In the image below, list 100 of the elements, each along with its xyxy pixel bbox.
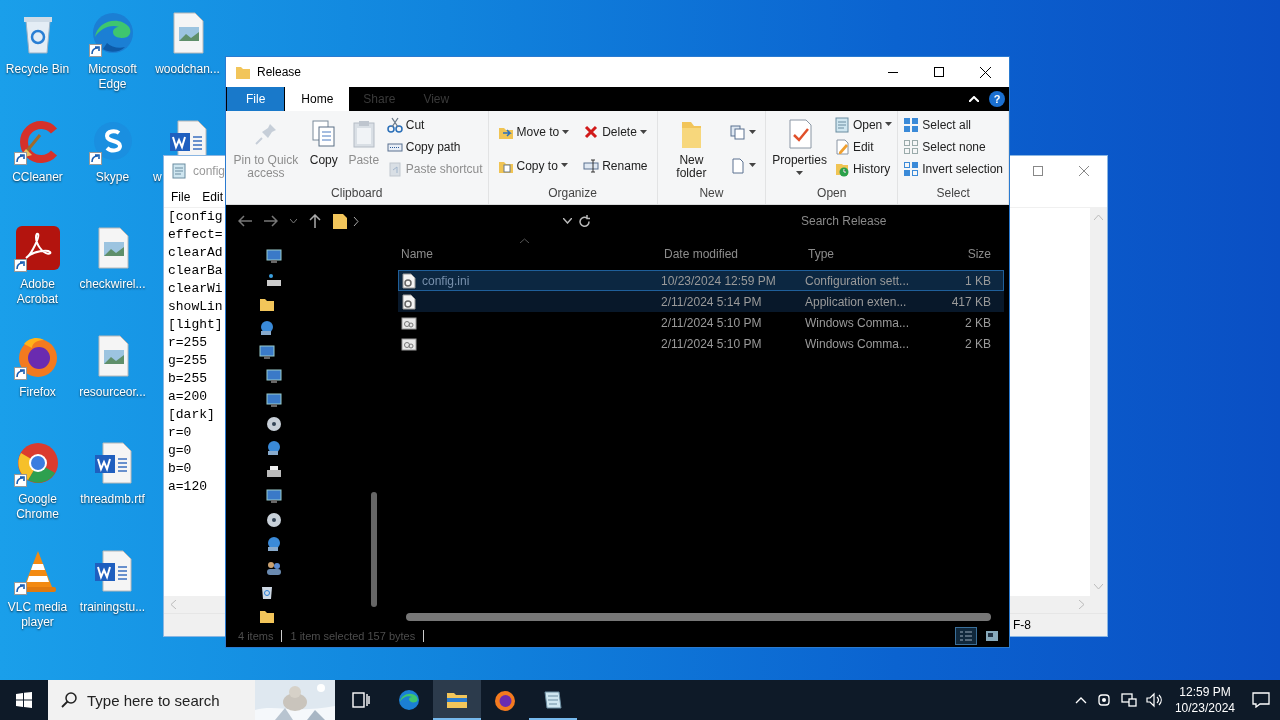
ribbon-button[interactable]: Select none	[901, 136, 1005, 157]
date-cell-text: 10/23/2024 12:59 PM	[661, 273, 777, 288]
monitor-icon	[266, 392, 282, 408]
ribbon-button[interactable]: Delete	[581, 121, 650, 143]
icon-label: CCleaner	[11, 169, 64, 185]
ribbon-button[interactable]: Rename	[581, 155, 650, 177]
caret-icon	[560, 163, 568, 169]
taskbar-button[interactable]	[433, 680, 481, 720]
refresh-icon	[578, 214, 591, 228]
ribbon-button[interactable]: Move to	[495, 121, 572, 143]
caret-icon	[885, 122, 893, 127]
icon-label: resourceor...	[78, 384, 147, 400]
icon-label: Microsoft Edge	[87, 62, 138, 92]
documents-icon	[730, 124, 747, 141]
date-cell-text: 2/11/2024 5:14 PM	[661, 294, 763, 309]
icon-label: VLC media player	[6, 599, 69, 630]
scrollbar-thumb[interactable]	[371, 492, 377, 607]
window-title: Release	[257, 65, 302, 79]
maximize-icon	[1033, 166, 1043, 176]
windows-logo-icon	[16, 692, 32, 708]
file-row[interactable]: config.ini 10/23/2024 12:59 PM Configuration sett... 1 KB	[398, 270, 1004, 291]
ribbon-tab[interactable]: File	[227, 87, 285, 111]
pencil-icon	[833, 138, 850, 155]
window-title: config	[193, 164, 226, 178]
back-icon	[238, 215, 252, 227]
ribbon-button[interactable]: Open	[831, 114, 895, 135]
status-text: F-8	[1013, 618, 1031, 632]
close-icon	[1079, 166, 1089, 176]
help-button[interactable]: ?	[989, 91, 1005, 107]
close-icon	[980, 66, 991, 78]
script-file-icon	[401, 314, 417, 331]
grid-icon	[903, 160, 920, 177]
rename-icon	[583, 157, 600, 174]
x-icon	[583, 124, 600, 141]
file-name: config.ini	[422, 273, 470, 288]
clock-date[interactable]: 10/23/2024	[1174, 700, 1235, 716]
tiles-view-icon	[985, 630, 999, 642]
app-logo-icon	[397, 688, 421, 712]
ribbon-button[interactable]: New folder	[660, 114, 723, 180]
network-icon	[1120, 692, 1137, 708]
group-label: New	[698, 185, 725, 202]
ribbon-button[interactable]: Copy	[304, 114, 343, 167]
icon-label: Adobe Acrobat	[15, 277, 60, 307]
search-field[interactable]: Type here to search	[85, 688, 247, 712]
ribbon-tab[interactable]: Home	[285, 87, 350, 111]
globe-icon	[266, 440, 282, 456]
scrollbar-thumb[interactable]	[406, 613, 991, 621]
ribbon-button[interactable]: Edit	[831, 136, 895, 157]
details-view-icon	[959, 630, 973, 642]
group-label: Clipboard	[330, 185, 384, 202]
recycle-bin-icon	[259, 584, 275, 600]
caret-icon	[290, 218, 297, 224]
column-header[interactable]: Size	[925, 246, 991, 261]
drive-icon	[266, 272, 282, 288]
monitor-icon	[266, 488, 282, 504]
icon-label: Firefox	[18, 384, 57, 400]
menu-item[interactable]: File	[171, 189, 191, 204]
column-header[interactable]: Date modified	[661, 246, 805, 261]
size-cell-text: 1 KB	[964, 273, 991, 288]
app-logo-icon	[13, 224, 62, 272]
task-view-icon	[352, 692, 370, 708]
ribbon-button[interactable]: Invert selection	[901, 158, 1005, 179]
ribbon-button[interactable]: History	[831, 158, 895, 179]
column-header[interactable]: Name	[398, 246, 661, 261]
grid-icon	[903, 138, 920, 155]
ribbon-button[interactable]: Properties	[769, 114, 830, 180]
search-icon	[61, 692, 77, 708]
chevron-icon	[353, 216, 359, 226]
menu-item[interactable]: Edit	[202, 189, 224, 204]
file-row[interactable]: 2/11/2024 5:10 PM Windows Comma... 2 KB	[398, 312, 1004, 333]
type-cell-text: Windows Comma...	[805, 336, 911, 351]
caret-icon	[749, 129, 757, 135]
ribbon-button[interactable]: Select all	[901, 114, 1005, 135]
type-cell-text: Configuration sett...	[805, 273, 911, 288]
ribbon-button[interactable]: Cut	[384, 114, 485, 135]
sort-caret-icon	[520, 238, 529, 243]
document-icon	[730, 157, 747, 174]
status-text: 1 item selected 157 bytes	[290, 630, 425, 642]
globe-icon	[266, 536, 282, 552]
ribbon-button[interactable]: Copy to	[495, 155, 572, 177]
volume-icon	[1145, 692, 1162, 708]
text-content: [config effect= clearAd clearBa clearWi showLin [light] r=255 g=255 b=255 a=200 [dark] r=0 g=0 b=0 a=120	[167, 208, 224, 496]
maximize-icon	[934, 67, 944, 77]
size-cell-text: 2 KB	[964, 315, 991, 330]
column-header[interactable]: Type	[805, 246, 925, 261]
icon-label: Skype	[94, 169, 131, 185]
file-row[interactable]: 2/11/2024 5:14 PM Application exten... 417 KB	[398, 291, 1004, 312]
type-cell-text: Application exten...	[805, 294, 908, 309]
scissors-icon	[386, 116, 403, 133]
printer-icon	[266, 464, 282, 480]
ribbon-button[interactable]: Copy path	[384, 136, 485, 157]
status-text: 4 items	[238, 630, 283, 642]
file-row[interactable]: 2/11/2024 5:10 PM Windows Comma... 2 KB	[398, 333, 1004, 354]
grid-icon	[903, 116, 920, 133]
size-cell-text: 2 KB	[964, 336, 991, 351]
search-box[interactable]: Type here to search	[48, 680, 335, 720]
notification-icon	[1252, 692, 1270, 708]
clock-time[interactable]: 12:59 PM	[1179, 684, 1231, 700]
users-icon	[266, 560, 282, 576]
dropdown-icon	[563, 218, 572, 224]
